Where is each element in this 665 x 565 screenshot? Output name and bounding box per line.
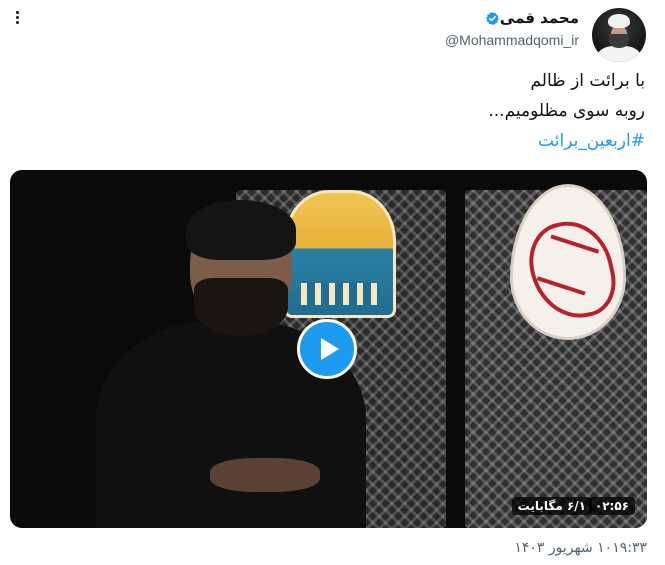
play-icon: [320, 338, 339, 360]
author-display-name[interactable]: محمد قمی: [500, 9, 579, 27]
author-handle[interactable]: @Mohammadqomi_ir: [445, 32, 579, 48]
speaker-hands: [210, 458, 320, 492]
tweet-timestamp[interactable]: ۱۰۱۹:۳۳ شهریور ۱۴۰۳: [514, 540, 647, 556]
shrine-dome-emblem: [284, 190, 396, 318]
avatar[interactable]: [592, 8, 646, 62]
tweet-line-1: با برائت از ظالم: [530, 71, 645, 91]
speaker-beard: [194, 278, 288, 336]
verified-badge-icon: [486, 11, 499, 26]
tweet-line-2: روبه سوی مظلومیم...: [488, 101, 645, 121]
video-duration-badge: ۰۲:۵۶: [588, 497, 635, 515]
video-player[interactable]: ۰۲:۵۶ ۶/۱ مگابایت: [10, 170, 647, 528]
video-size-badge: ۶/۱ مگابایت: [511, 497, 592, 515]
play-button[interactable]: [297, 319, 357, 379]
hashtag-link[interactable]: #اربعین_برائت: [488, 126, 645, 156]
tweet-text: با برائت از ظالم روبه سوی مظلومیم... #ار…: [488, 66, 645, 156]
speaker-hair: [186, 200, 296, 260]
more-options-icon[interactable]: [10, 6, 24, 28]
